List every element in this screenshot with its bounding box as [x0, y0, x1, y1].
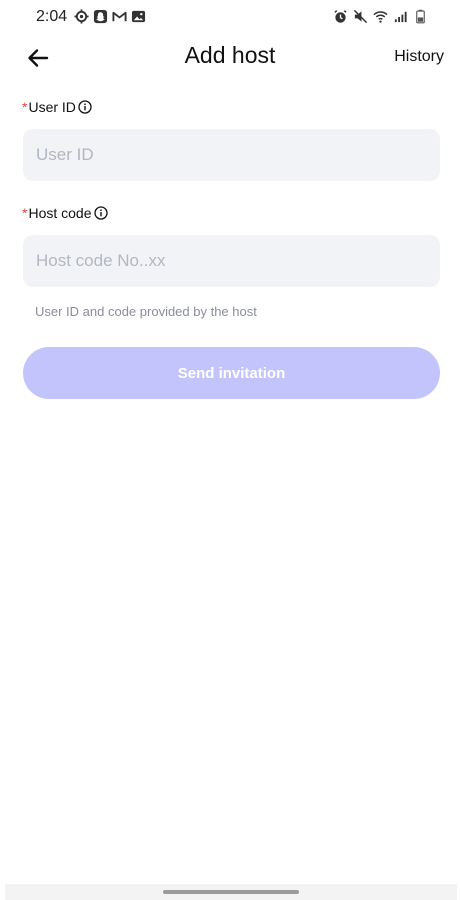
info-icon[interactable] [78, 100, 92, 114]
hint-text: User ID and code provided by the host [35, 304, 257, 319]
gmail-icon [112, 9, 127, 24]
send-invitation-button[interactable]: Send invitation [23, 347, 440, 399]
page-title: Add host [184, 42, 276, 68]
battery-icon [413, 9, 428, 24]
gallery-icon [131, 9, 146, 24]
host-code-input[interactable] [23, 235, 440, 287]
back-arrow-icon[interactable] [24, 44, 52, 72]
app-header: Add host History [0, 36, 460, 80]
history-link[interactable]: History [394, 48, 444, 66]
alarm-icon [333, 9, 348, 24]
status-system-icons [333, 9, 428, 24]
status-time: 2:04 [36, 8, 68, 25]
host-code-label: Host code [28, 205, 92, 221]
required-marker: * [22, 205, 28, 221]
snapchat-icon [93, 9, 108, 24]
home-indicator[interactable] [163, 890, 299, 894]
mute-icon [353, 9, 368, 24]
status-bar: 2:04 [0, 0, 460, 34]
user-id-input[interactable] [23, 129, 440, 181]
status-notification-icons [74, 9, 146, 24]
wifi-icon [373, 9, 388, 24]
host-code-label-row: * Host code [22, 205, 108, 221]
signal-icon [393, 9, 408, 24]
system-navigation-bar [5, 884, 457, 900]
info-icon[interactable] [93, 206, 108, 220]
settings-gear-icon [74, 9, 89, 24]
user-id-label-row: * User ID [22, 99, 92, 115]
user-id-label: User ID [28, 99, 76, 115]
required-marker: * [22, 99, 28, 115]
